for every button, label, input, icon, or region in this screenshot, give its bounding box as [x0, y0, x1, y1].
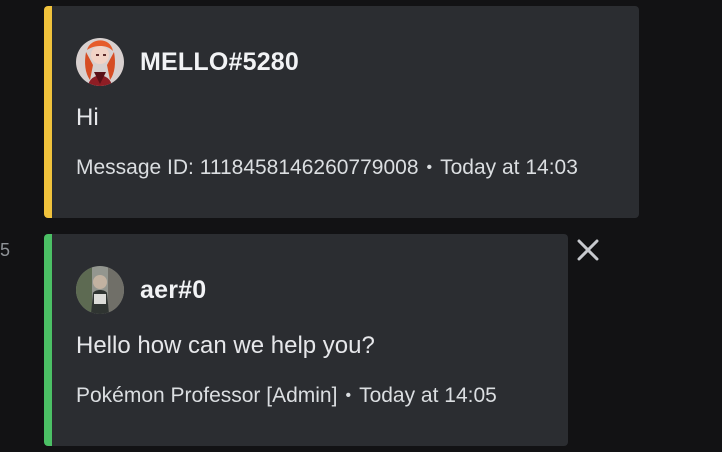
anime-character-avatar-icon — [76, 38, 124, 86]
author-name[interactable]: MELLO#5280 — [140, 48, 299, 77]
message-text: Hello how can we help you? — [76, 332, 375, 359]
embed-footer: Pokémon Professor [Admin] • Today at 14:… — [76, 384, 497, 408]
author-role: Pokémon Professor [Admin] — [76, 384, 338, 407]
message-embed: aer#0 Hello how can we help you? Pokémon… — [44, 234, 568, 446]
footer-separator: • — [426, 159, 433, 176]
timestamp: Today at 14:05 — [359, 384, 497, 407]
timestamp: Today at 14:03 — [440, 156, 578, 179]
author-name[interactable]: aer#0 — [140, 276, 206, 305]
embed-author: aer#0 — [76, 266, 206, 314]
line-number: 5 — [0, 240, 11, 260]
message-id: Message ID: 1118458146260779008 — [76, 156, 419, 179]
message-embed: MELLO#5280 Hi Message ID: 11184581462607… — [44, 6, 639, 218]
close-icon[interactable] — [574, 236, 602, 264]
avatar[interactable] — [76, 38, 124, 86]
embed-author: MELLO#5280 — [76, 38, 299, 86]
embed-list: 5 MELLO#5280 Hi Message ID: 111845814626… — [0, 0, 722, 452]
embed-footer: Message ID: 1118458146260779008 • Today … — [76, 156, 578, 180]
avatar[interactable] — [76, 266, 124, 314]
photo-avatar-icon — [76, 266, 124, 314]
footer-separator: • — [345, 387, 352, 404]
message-text: Hi — [76, 104, 99, 131]
